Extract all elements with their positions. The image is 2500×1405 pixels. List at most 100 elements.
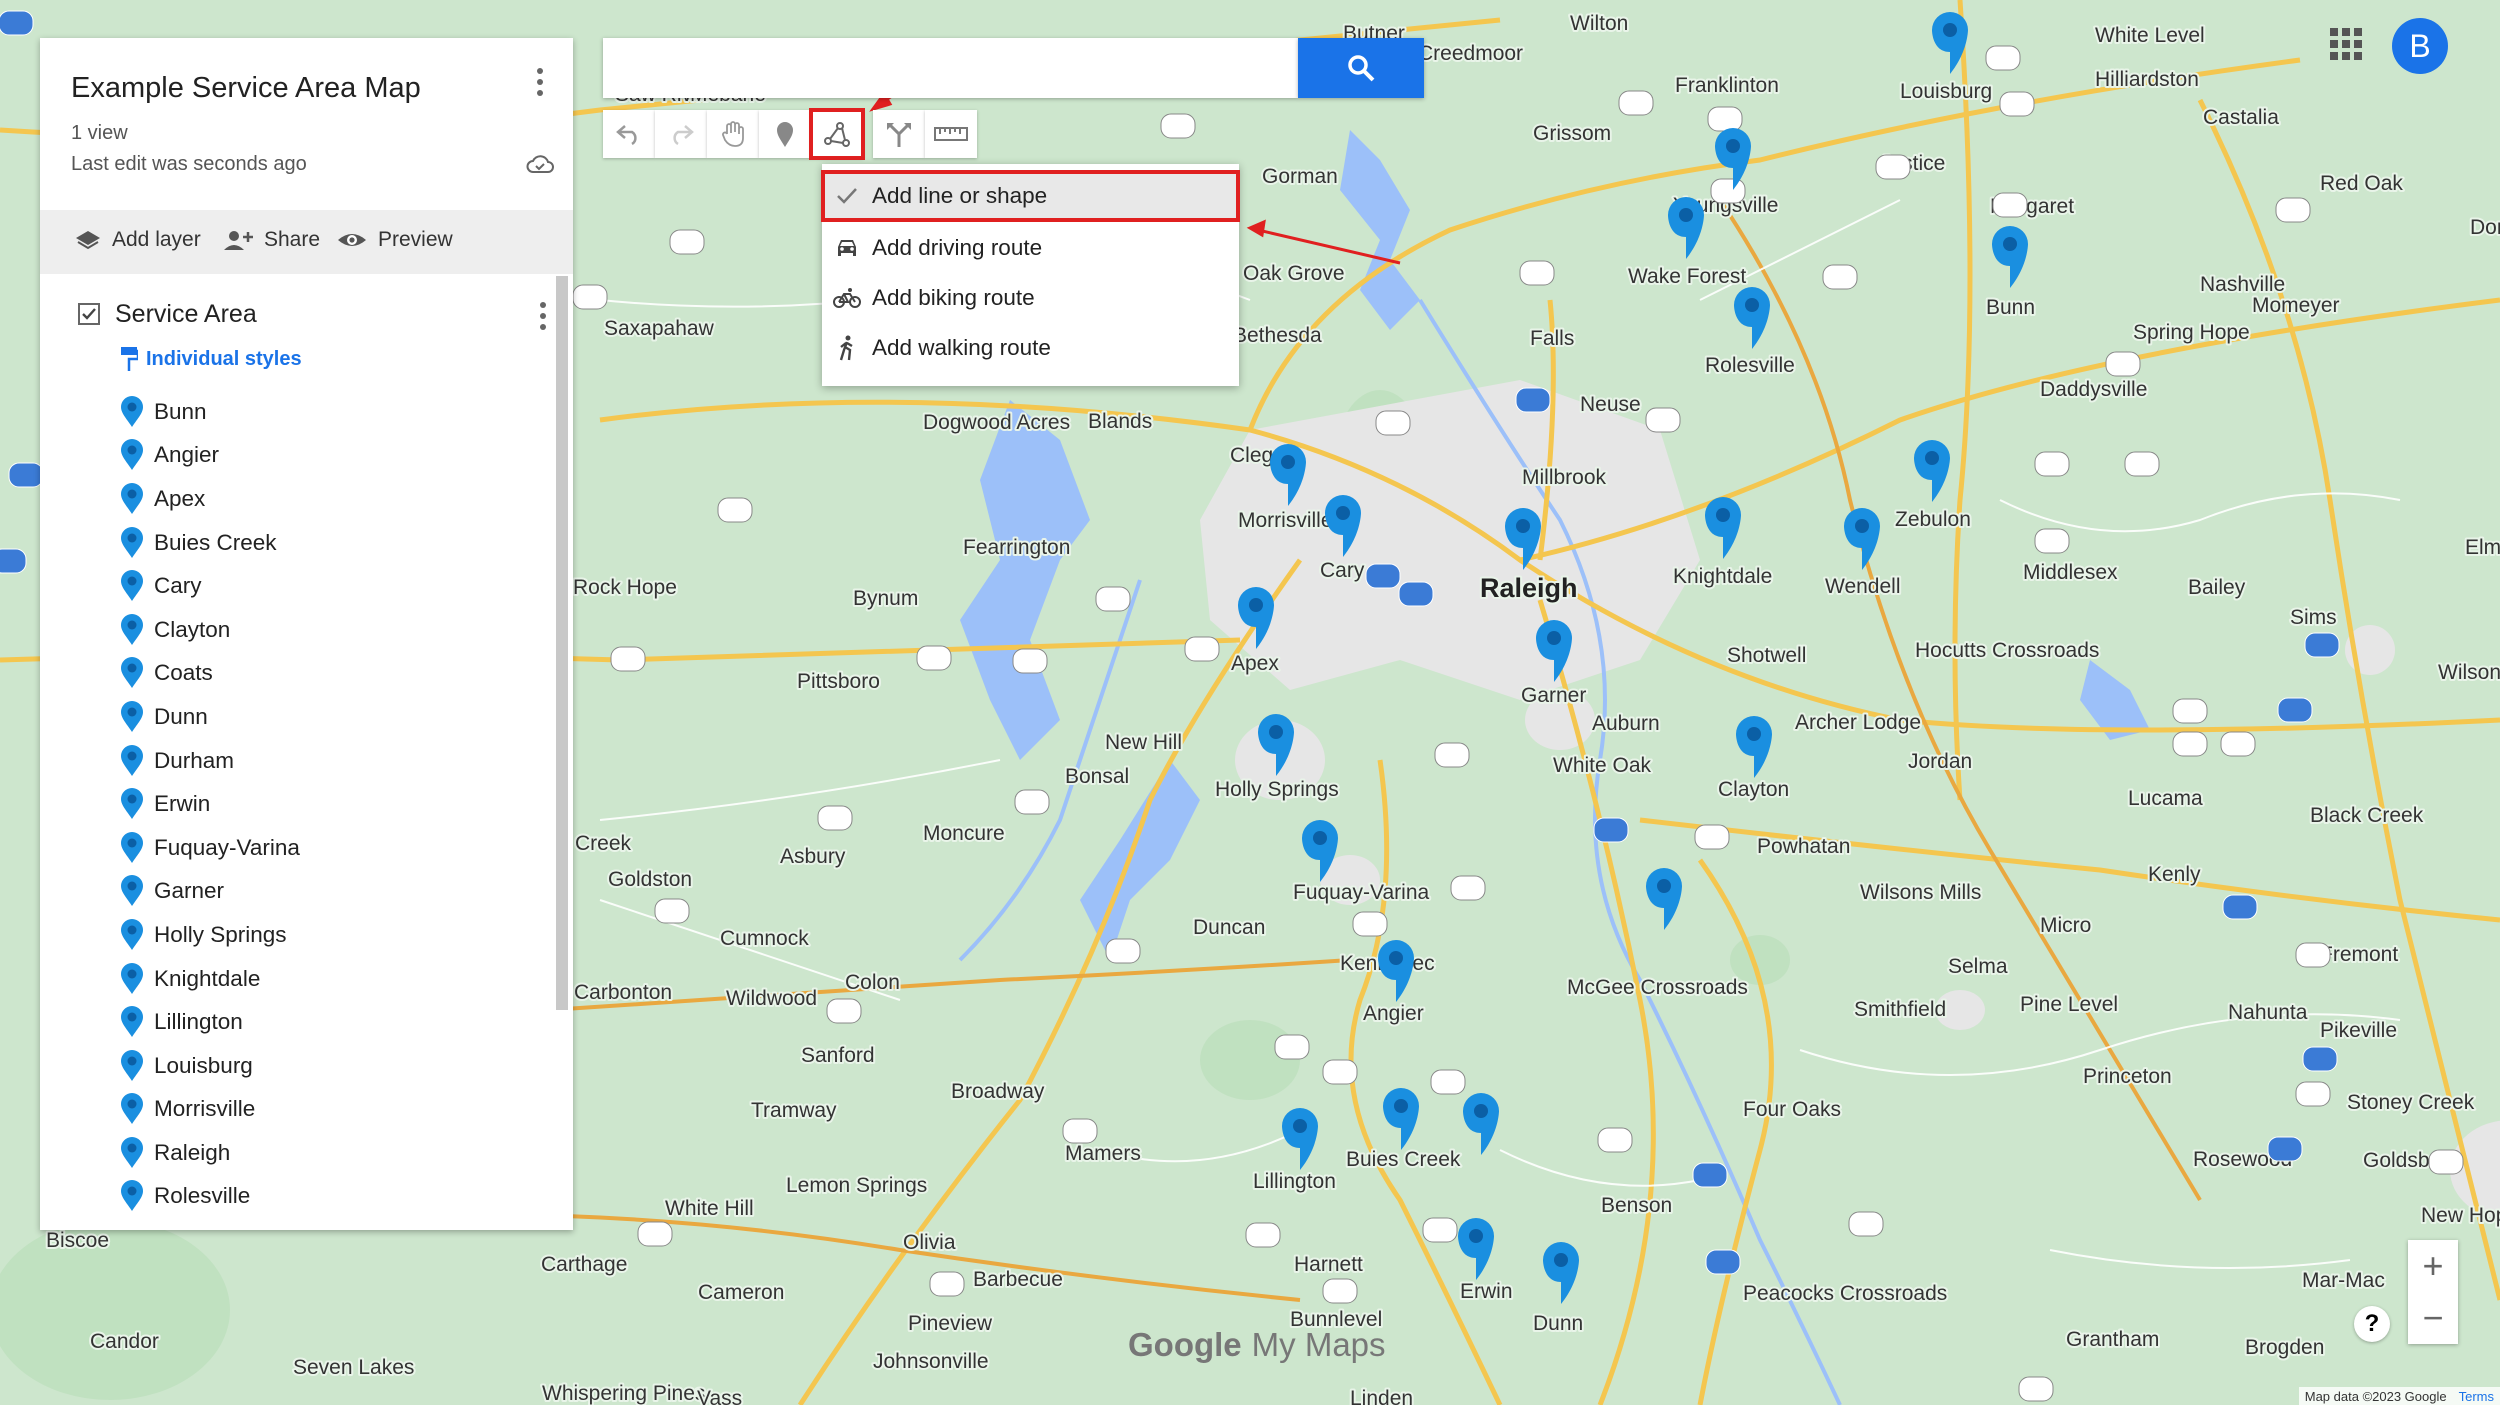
map-label: Wilsons Mills	[1860, 881, 1981, 904]
menu-item-add-walking-route[interactable]: Add walking route	[822, 323, 1239, 373]
map-label: Moncure	[923, 822, 1005, 845]
view-count: 1 view	[71, 122, 128, 144]
menu-item-label: Add driving route	[872, 235, 1043, 260]
share-label: Share	[264, 228, 321, 251]
map-label: Candor	[90, 1330, 159, 1353]
map-label: Lillington	[1253, 1170, 1336, 1193]
google-apps-button[interactable]	[2330, 28, 2362, 60]
list-item[interactable]: Coats	[120, 652, 540, 696]
place-name: Rolesville	[154, 1183, 251, 1209]
menu-item-add-driving-route[interactable]: Add driving route	[822, 223, 1239, 273]
paint-roller-icon	[121, 347, 138, 371]
list-item[interactable]: Angier	[120, 434, 540, 478]
list-item[interactable]: Clayton	[120, 608, 540, 652]
preview-button[interactable]: Preview	[336, 228, 453, 252]
map-details-panel: Example Service Area Map 1 view Last edi…	[40, 38, 573, 1230]
map-label: Nahunta	[2228, 1001, 2308, 1024]
list-item[interactable]: Knightdale	[120, 957, 540, 1001]
add-marker-button[interactable]	[759, 110, 811, 158]
layer-name[interactable]: Service Area	[115, 300, 257, 329]
check-icon	[837, 188, 857, 204]
menu-item-add-line-or-shape[interactable]: Add line or shape	[821, 170, 1240, 222]
map-label: Asbury	[780, 845, 846, 868]
individual-styles-link[interactable]: Individual styles	[120, 346, 302, 372]
map-label: Kenly	[2148, 863, 2201, 886]
map-pin-icon	[121, 744, 143, 776]
map-label: Buies Creek	[1346, 1148, 1461, 1171]
map-label: Four Oaks	[1743, 1098, 1841, 1121]
map-label: Bethesda	[1233, 324, 1322, 347]
map-label: Creek	[575, 832, 632, 855]
map-pin-icon	[121, 1136, 143, 1168]
place-name: Bunn	[154, 398, 207, 424]
select-items-button[interactable]	[707, 110, 759, 158]
draw-line-icon	[824, 122, 850, 147]
map-label: Blands	[1088, 410, 1152, 433]
measure-button[interactable]	[925, 110, 977, 158]
map-label: Selma	[1948, 955, 2008, 978]
map-label: Erwin	[1460, 1280, 1513, 1303]
menu-item-label: Add walking route	[872, 335, 1051, 360]
individual-styles-label: Individual styles	[146, 347, 302, 370]
map-label: Rolesville	[1705, 354, 1795, 377]
draw-line-button[interactable]	[809, 108, 865, 160]
list-item[interactable]: Louisburg	[120, 1044, 540, 1088]
zoom-in-button[interactable]: +	[2408, 1240, 2458, 1292]
list-item[interactable]: Buies Creek	[120, 521, 540, 565]
map-label: Fearrington	[963, 536, 1070, 559]
add-layer-button[interactable]: Add layer	[74, 228, 201, 252]
map-label: Creedmoor	[1418, 42, 1523, 65]
map-label: Hilliardston	[2095, 68, 2199, 91]
map-pin-icon	[121, 439, 143, 471]
map-options-menu-button[interactable]	[525, 62, 555, 102]
account-avatar[interactable]: B	[2392, 18, 2448, 74]
zoom-out-button[interactable]: −	[2408, 1292, 2458, 1344]
map-label: Franklinton	[1675, 74, 1779, 97]
map-label: Holly Springs	[1215, 778, 1339, 801]
layer-options-menu-button[interactable]	[528, 296, 558, 336]
menu-item-add-biking-route[interactable]: Add biking route	[822, 273, 1239, 323]
map-label: Mamers	[1065, 1142, 1141, 1165]
search-button[interactable]	[1298, 38, 1424, 98]
list-item[interactable]: Dunn	[120, 695, 540, 739]
map-label: Barbecue	[973, 1268, 1063, 1291]
map-label: Tramway	[751, 1099, 837, 1122]
redo-button[interactable]	[655, 110, 707, 158]
list-item[interactable]: Morrisville	[120, 1088, 540, 1132]
map-label: Princeton	[2083, 1065, 2172, 1088]
terms-link[interactable]: Terms	[2459, 1389, 2494, 1404]
map-label: Lemon Springs	[786, 1174, 927, 1197]
list-item[interactable]: Garner	[120, 870, 540, 914]
panel-scrollbar[interactable]	[556, 276, 568, 1010]
list-item[interactable]: Rolesville	[120, 1175, 540, 1219]
list-item[interactable]: Fuquay-Varina	[120, 826, 540, 870]
list-item[interactable]: Cary	[120, 564, 540, 608]
add-directions-button[interactable]	[873, 110, 925, 158]
map-title[interactable]: Example Service Area Map	[71, 72, 421, 105]
list-item[interactable]: Holly Springs	[120, 913, 540, 957]
map-label: Bailey	[2188, 576, 2246, 599]
list-item[interactable]: Durham	[120, 739, 540, 783]
map-label: Momeyer	[2252, 294, 2340, 317]
list-item[interactable]: Raleigh	[120, 1131, 540, 1175]
list-item[interactable]: Erwin	[120, 782, 540, 826]
list-item[interactable]: Bunn	[120, 390, 540, 434]
place-name: Apex	[154, 485, 206, 511]
help-button[interactable]: ?	[2354, 1306, 2390, 1342]
search-input[interactable]	[603, 38, 1298, 98]
map-label: Linden	[1350, 1387, 1413, 1405]
layer-visibility-checkbox[interactable]	[78, 303, 100, 325]
list-item[interactable]: Lillington	[120, 1000, 540, 1044]
map-label: Broadway	[951, 1080, 1045, 1103]
map-label: Jordan	[1908, 750, 1972, 773]
undo-button[interactable]	[603, 110, 655, 158]
place-name: Fuquay-Varina	[154, 834, 300, 860]
map-label: Wendell	[1825, 575, 1901, 598]
map-label: Elm City	[2465, 536, 2500, 559]
share-button[interactable]: Share	[222, 228, 320, 252]
list-item[interactable]: Apex	[120, 477, 540, 521]
map-label: Stoney Creek	[2347, 1091, 2475, 1114]
map-label: Spring Hope	[2133, 321, 2250, 344]
map-label: Red Oak	[2320, 172, 2403, 195]
map-label: Biscoe	[46, 1229, 109, 1252]
